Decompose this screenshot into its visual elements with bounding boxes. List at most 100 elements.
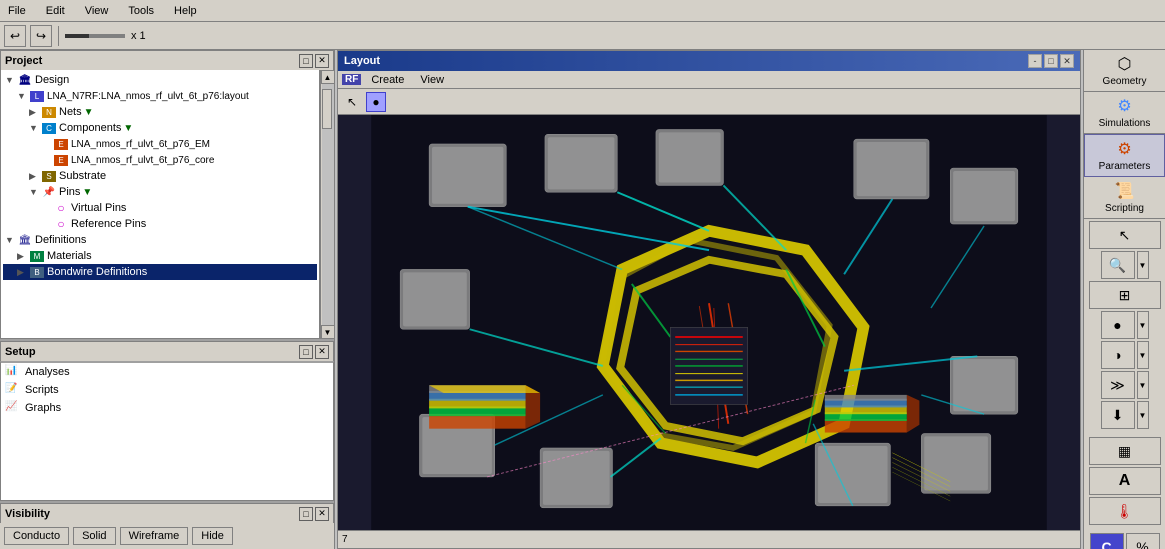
tree-item-design[interactable]: ▼ 🏛 Design bbox=[3, 72, 317, 88]
setup-close-btn[interactable]: ✕ bbox=[315, 345, 329, 359]
tab-parameters[interactable]: ⚙ Parameters bbox=[1084, 134, 1165, 177]
tree-item-components[interactable]: ▼ C Components ▼ bbox=[3, 120, 317, 136]
tree-item-pins[interactable]: ▼ 📌 Pins ▼ bbox=[3, 184, 317, 200]
toolbar: ↩ ↪ x 1 bbox=[0, 22, 1165, 50]
tree-item-lna-core[interactable]: E LNA_nmos_rf_ulvt_6t_p76_core bbox=[3, 152, 317, 168]
tree-item-bondwire[interactable]: ▶ B Bondwire Definitions bbox=[3, 264, 317, 280]
graphs-icon: 📈 bbox=[5, 401, 21, 415]
setup-scripts[interactable]: 📝 Scripts bbox=[1, 381, 333, 399]
tree-item-materials[interactable]: ▶ M Materials bbox=[3, 248, 317, 264]
arrow-dropdown-btn[interactable]: ▼ bbox=[1137, 371, 1149, 399]
layout-restore-btn[interactable]: □ bbox=[1044, 54, 1058, 68]
layout-menu-view[interactable]: View bbox=[418, 73, 446, 87]
half-circle-btn[interactable]: ◑ bbox=[1101, 341, 1135, 369]
project-close-btn[interactable]: ✕ bbox=[315, 54, 329, 68]
geometry-icon: ⬡ bbox=[1118, 54, 1132, 74]
thermometer-btn[interactable]: 🌡 bbox=[1089, 497, 1161, 525]
simulations-label: Simulations bbox=[1099, 118, 1151, 129]
toolbar-btn-redo[interactable]: ↪ bbox=[30, 25, 52, 47]
setup-controls: □ ✕ bbox=[299, 345, 329, 359]
layout-content[interactable] bbox=[338, 115, 1080, 530]
menu-file[interactable]: File bbox=[4, 4, 30, 18]
layout-titlebar: Layout - □ ✕ bbox=[338, 51, 1080, 71]
circle-btn[interactable]: ● bbox=[1101, 311, 1135, 339]
right-panel: ⬡ Geometry ⚙ Simulations ⚙ Parameters 📜 … bbox=[1083, 50, 1165, 549]
project-tree[interactable]: ▼ 🏛 Design ▼ L LNA_N7RF:LNA_nmos_rf_ulvt… bbox=[0, 70, 320, 339]
setup-analyses[interactable]: 📊 Analyses bbox=[1, 363, 333, 381]
setup-graphs[interactable]: 📈 Graphs bbox=[1, 399, 333, 417]
toolbar-separator bbox=[58, 26, 59, 46]
simulations-icon: ⚙ bbox=[1117, 96, 1131, 116]
btn-hide[interactable]: Hide bbox=[192, 527, 233, 545]
menu-tools[interactable]: Tools bbox=[124, 4, 158, 18]
visibility-title: Visibility bbox=[5, 508, 50, 520]
layout-close-btn[interactable]: ✕ bbox=[1060, 54, 1074, 68]
tree-item-nets[interactable]: ▶ N Nets ▼ bbox=[3, 104, 317, 120]
text-btn[interactable]: A bbox=[1089, 467, 1161, 495]
grid-btn[interactable]: ⊞ bbox=[1089, 281, 1161, 309]
tree-item-substrate[interactable]: ▶ S Substrate bbox=[3, 168, 317, 184]
menu-edit[interactable]: Edit bbox=[42, 4, 69, 18]
layout-minimize-btn[interactable]: - bbox=[1028, 54, 1042, 68]
tree-item-lna-layout[interactable]: ▼ L LNA_N7RF:LNA_nmos_rf_ulvt_6t_p76:lay… bbox=[3, 88, 317, 104]
btn-solid[interactable]: Solid bbox=[73, 527, 115, 545]
project-tree-scrollbar[interactable]: ▲ ▼ bbox=[320, 70, 334, 339]
zoom-label: x 1 bbox=[131, 30, 146, 42]
right-tools: ↖ 🔍 ▼ ⊞ ● ▼ ◑ ▼ ≫ bbox=[1084, 219, 1165, 549]
circle-tool-btn[interactable]: ● bbox=[366, 92, 386, 112]
half-circle-dropdown-btn[interactable]: ▼ bbox=[1137, 341, 1149, 369]
zoom-dropdown-btn[interactable]: ▼ bbox=[1137, 251, 1149, 279]
visibility-restore-btn[interactable]: □ bbox=[299, 507, 313, 521]
tree-item-virtual-pins[interactable]: ○ Virtual Pins bbox=[3, 200, 317, 216]
tree-item-reference-pins[interactable]: ○ Reference Pins bbox=[3, 216, 317, 232]
cursor-tool-btn[interactable]: ↖ bbox=[342, 92, 362, 112]
scroll-thumb[interactable] bbox=[322, 89, 332, 129]
layout-menu-create[interactable]: Create bbox=[369, 73, 406, 87]
scripting-icon: 📜 bbox=[1115, 181, 1135, 201]
tree-item-lna-em[interactable]: E LNA_nmos_rf_ulvt_6t_p76_EM bbox=[3, 136, 317, 152]
setup-tree[interactable]: 📊 Analyses 📝 Scripts 📈 Graphs bbox=[0, 361, 334, 501]
project-header: Project □ ✕ bbox=[0, 50, 334, 70]
project-restore-btn[interactable]: □ bbox=[299, 54, 313, 68]
down-dropdown-btn[interactable]: ▼ bbox=[1137, 401, 1149, 429]
menu-view[interactable]: View bbox=[81, 4, 113, 18]
zoom-btn[interactable]: 🔍 bbox=[1101, 251, 1135, 279]
main-content: Project □ ✕ ▼ 🏛 Design bbox=[0, 50, 1165, 549]
c-btn[interactable]: C bbox=[1090, 533, 1124, 549]
tool-row-text: A bbox=[1086, 467, 1163, 495]
menu-help[interactable]: Help bbox=[170, 4, 201, 18]
tab-geometry[interactable]: ⬡ Geometry bbox=[1084, 50, 1165, 92]
tab-simulations[interactable]: ⚙ Simulations bbox=[1084, 92, 1165, 134]
circle-dropdown-btn[interactable]: ▼ bbox=[1137, 311, 1149, 339]
bar-chart-btn[interactable]: ▦ bbox=[1089, 437, 1161, 465]
tool-row-4: ≫ ▼ bbox=[1086, 371, 1163, 399]
scroll-track[interactable] bbox=[322, 84, 334, 325]
project-title: Project bbox=[5, 55, 42, 67]
percent-btn[interactable]: % bbox=[1126, 533, 1160, 549]
toolbar-btn-undo[interactable]: ↩ bbox=[4, 25, 26, 47]
down-btn[interactable]: ⬇ bbox=[1101, 401, 1135, 429]
setup-restore-btn[interactable]: □ bbox=[299, 345, 313, 359]
scroll-down-arrow[interactable]: ▼ bbox=[321, 325, 335, 339]
tree-item-definitions[interactable]: ▼ 🏛 Definitions bbox=[3, 232, 317, 248]
tab-scripting[interactable]: 📜 Scripting bbox=[1084, 177, 1165, 219]
cursor-btn[interactable]: ↖ bbox=[1089, 221, 1161, 249]
zoom-slider[interactable] bbox=[65, 34, 125, 38]
parameters-label: Parameters bbox=[1099, 161, 1151, 172]
btn-conducto[interactable]: Conducto bbox=[4, 527, 69, 545]
arrow-btn[interactable]: ≫ bbox=[1101, 371, 1135, 399]
scroll-up-arrow[interactable]: ▲ bbox=[321, 70, 335, 84]
tool-row-5: ⬇ ▼ bbox=[1086, 401, 1163, 429]
btn-wireframe[interactable]: Wireframe bbox=[120, 527, 189, 545]
project-controls: □ ✕ bbox=[299, 54, 329, 68]
tool-row-therm: 🌡 bbox=[1086, 497, 1163, 525]
footer-number: 7 bbox=[342, 534, 348, 545]
tool-row-2: ● ▼ bbox=[1086, 311, 1163, 339]
layout-toolbar: ↖ ● bbox=[338, 89, 1080, 115]
rf-badge: RF bbox=[342, 74, 361, 85]
project-panel: Project □ ✕ ▼ 🏛 Design bbox=[0, 50, 334, 339]
geometry-label: Geometry bbox=[1103, 76, 1147, 87]
visibility-close-btn[interactable]: ✕ bbox=[315, 507, 329, 521]
tool-row-c-percent: C % bbox=[1086, 533, 1163, 549]
layout-svg bbox=[338, 115, 1080, 530]
